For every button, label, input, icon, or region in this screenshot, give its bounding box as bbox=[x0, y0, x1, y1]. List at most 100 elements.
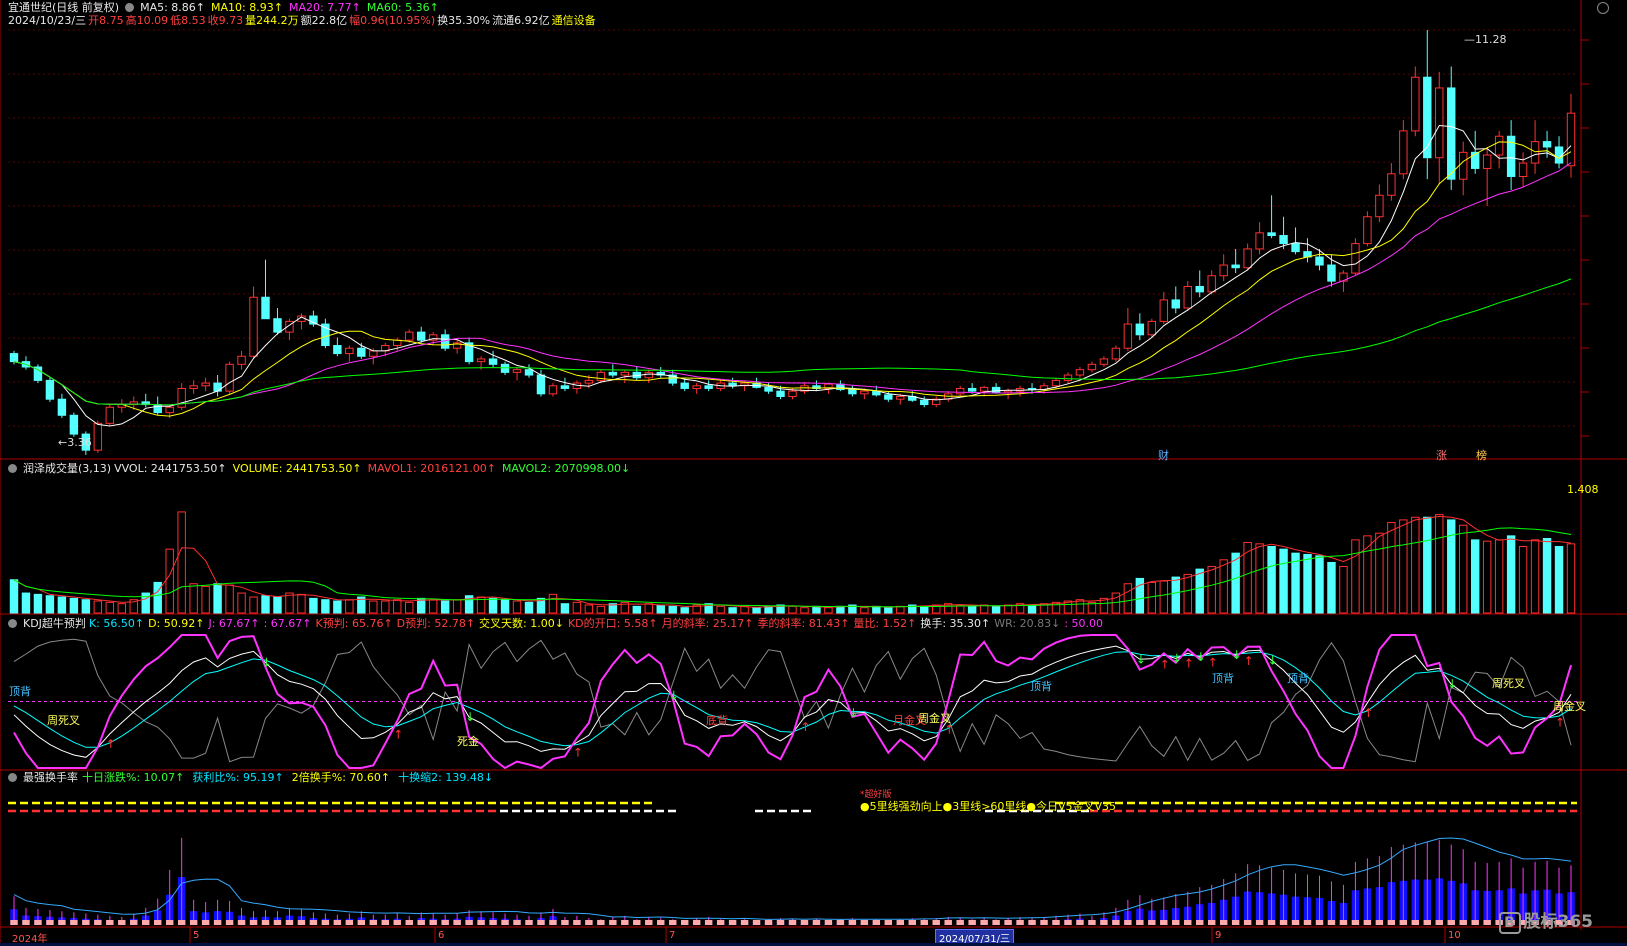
mark-zhang[interactable]: 涨 bbox=[1436, 447, 1447, 463]
volume-bar bbox=[1267, 546, 1276, 614]
volume-panel-name[interactable]: 润泽成交量(3,13) bbox=[23, 462, 111, 475]
volume-bar bbox=[1459, 524, 1468, 614]
volume-bar bbox=[1351, 539, 1360, 614]
turnover-base-tick bbox=[1184, 920, 1192, 925]
candle-body bbox=[1315, 256, 1324, 266]
turnover-base-tick bbox=[1172, 920, 1180, 925]
volume-bar bbox=[273, 596, 282, 614]
turnover-base-tick bbox=[321, 920, 330, 925]
stock-title[interactable]: 宜通世纪(日线 前复权) bbox=[8, 1, 119, 14]
candle-body bbox=[1375, 194, 1384, 218]
candle-body bbox=[1135, 323, 1145, 336]
kdj-buy-arrow-icon: ↑ bbox=[1363, 706, 1373, 720]
candle-body bbox=[1387, 173, 1396, 196]
x-label-june: 6 bbox=[438, 930, 445, 941]
candle-body bbox=[955, 387, 965, 395]
close-icon[interactable] bbox=[1597, 2, 1609, 14]
kdj-sell-arrow-icon: ↓ bbox=[1268, 653, 1278, 667]
volume-bar bbox=[728, 607, 737, 614]
turnover-base-tick bbox=[249, 920, 258, 925]
candle-body bbox=[1171, 299, 1180, 309]
turnover-base-tick bbox=[740, 920, 749, 925]
turnover-base-tick bbox=[752, 920, 761, 925]
turnover-base-tick bbox=[920, 920, 928, 925]
volume-bar bbox=[1375, 532, 1384, 614]
volume-bar bbox=[1339, 565, 1348, 614]
turnover-base-tick bbox=[225, 920, 234, 925]
volume-bar bbox=[345, 599, 354, 614]
chart-stage[interactable]: ↑ ↓ ↑ ↓ ↑ ↓ ↑ ↓ ↑ ↓ ↑ ↓ ↑ ↓ ↑ ↓ ↑ ↓ ↑ ↓ ↑ 宜通世纪(日线 前复权) MA5: 8… bbox=[0, 0, 1627, 946]
kdj-sell-arrow-icon: ↓ bbox=[262, 655, 272, 669]
candle-body bbox=[884, 394, 893, 400]
turnover-base-tick bbox=[812, 920, 821, 925]
turnover-base-tick bbox=[393, 920, 401, 925]
kdj-label-dingbei-1: 顶背 bbox=[9, 685, 31, 698]
kdj-toggle-icon[interactable] bbox=[8, 619, 17, 628]
volume-bar bbox=[1423, 516, 1432, 614]
price-high-value: 11.28 bbox=[1475, 33, 1507, 46]
candle-body bbox=[1482, 154, 1492, 169]
candle-body bbox=[1566, 112, 1576, 167]
volume-bar bbox=[1554, 546, 1564, 614]
turnover-base-tick bbox=[1411, 920, 1420, 925]
turnover-base-tick bbox=[968, 920, 976, 925]
turnover-base-tick bbox=[70, 920, 78, 925]
volume-bar bbox=[1435, 514, 1444, 614]
turnover-base-tick bbox=[956, 920, 964, 925]
quote-amount: 额22.8亿 bbox=[300, 14, 348, 27]
turnover-base-tick bbox=[369, 920, 378, 925]
volume-bar bbox=[1482, 540, 1492, 614]
volume-bar bbox=[920, 605, 929, 614]
turnover-panel-name[interactable]: 最强换手率 bbox=[23, 771, 78, 784]
turnover-base-tick bbox=[1447, 920, 1455, 925]
volume-bar bbox=[21, 592, 31, 614]
turnover-base-tick bbox=[453, 920, 461, 925]
volume-bar bbox=[309, 597, 318, 614]
turnover-base-tick bbox=[357, 920, 366, 925]
turnover-toggle-icon[interactable] bbox=[8, 773, 17, 782]
volume-bars bbox=[9, 511, 1576, 614]
volume-bar bbox=[117, 603, 126, 614]
indicator-toggle-icon[interactable] bbox=[125, 3, 135, 12]
candle-body bbox=[1159, 299, 1169, 322]
turnover-base-tick bbox=[1399, 920, 1408, 925]
turnover-base-tick bbox=[585, 920, 593, 925]
turn-shrink: 十换缩2: 139.48↓ bbox=[398, 771, 494, 784]
turnover-base-tick bbox=[1267, 920, 1276, 925]
candle-body bbox=[1183, 286, 1192, 309]
candlestick-series bbox=[9, 30, 1576, 455]
ma20-line bbox=[13, 162, 1572, 406]
quote-sector[interactable]: 通信设备 bbox=[552, 14, 596, 27]
turnover-base-tick bbox=[561, 920, 569, 925]
mark-bang[interactable]: 榜 bbox=[1476, 447, 1487, 463]
candle-body bbox=[261, 296, 270, 320]
volume-bar bbox=[1470, 539, 1480, 614]
turnover-base-tick bbox=[1196, 920, 1204, 925]
volume-bar bbox=[1566, 543, 1576, 614]
volume-bar bbox=[716, 605, 725, 614]
candle-body bbox=[1470, 151, 1480, 169]
volume-toggle-icon[interactable] bbox=[8, 464, 17, 473]
turnover-ma-line bbox=[13, 837, 1572, 920]
candle-body bbox=[1291, 243, 1300, 253]
turnover-base-tick bbox=[1435, 920, 1443, 925]
candle-body bbox=[1063, 374, 1073, 381]
volume-bar bbox=[872, 605, 881, 614]
kdj-panel-name[interactable]: KDJ超牛预判 bbox=[23, 617, 86, 630]
volume-bar bbox=[596, 605, 606, 614]
volume-bar bbox=[884, 607, 893, 614]
candle-body bbox=[644, 371, 653, 379]
turnover-base-tick bbox=[1148, 920, 1156, 925]
candle-body bbox=[548, 385, 558, 395]
mark-cai[interactable]: 财 bbox=[1158, 447, 1169, 463]
turnover-base-tick bbox=[46, 920, 54, 925]
kdj-buy-arrow-icon: ↑ bbox=[106, 737, 116, 751]
candle-body bbox=[57, 398, 67, 416]
turnover-base-tick bbox=[537, 920, 545, 925]
turnover-base-tick bbox=[477, 920, 485, 925]
volume-bar bbox=[1183, 573, 1192, 614]
price-low-label: ←3.36 bbox=[58, 436, 92, 449]
kdj-sell-arrow-icon: ↓ bbox=[669, 689, 679, 703]
kdj-sell-arrow-icon: ↓ bbox=[1196, 650, 1206, 664]
turnover-base-tick bbox=[716, 920, 725, 925]
